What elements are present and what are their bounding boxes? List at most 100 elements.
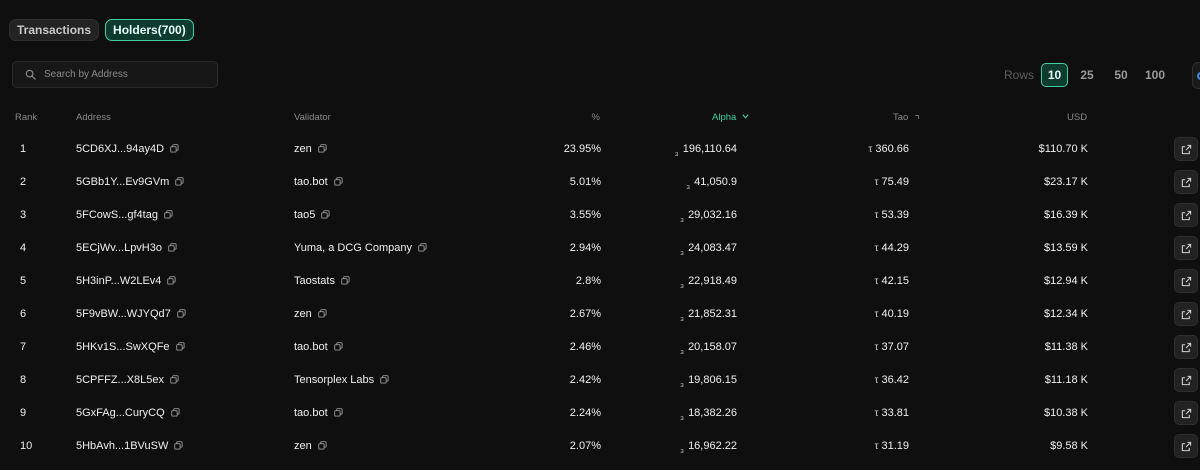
external-link-button[interactable]: [1174, 203, 1198, 227]
alpha-value: 24,083.47: [688, 242, 737, 254]
external-link-button[interactable]: [1174, 137, 1198, 161]
copy-icon[interactable]: [174, 431, 183, 464]
address-cell: 5FCowS...gf4tag: [76, 199, 173, 232]
external-link-button[interactable]: [1174, 434, 1198, 458]
table-row[interactable]: 2 5GBb1Y...Ev9GVm tao.bot 5.01% ₃ 41,050.9 τ 75…: [0, 166, 1200, 199]
percent-value: 2.24%: [569, 407, 601, 419]
copy-icon[interactable]: [380, 365, 389, 398]
tao-value: 360.66: [875, 143, 909, 155]
usd-value: $16.39 K: [1043, 209, 1088, 221]
external-link-icon: [1181, 375, 1192, 386]
alpha-symbol: ₃: [679, 279, 685, 290]
alpha-value: 22,918.49: [688, 275, 737, 287]
address-link[interactable]: 5HKv1S...SwXQFe: [76, 341, 170, 353]
search-input[interactable]: [44, 69, 204, 80]
copy-icon[interactable]: [341, 266, 350, 299]
external-link-button[interactable]: [1174, 269, 1198, 293]
external-link-icon: [1181, 342, 1192, 353]
validator-link[interactable]: tao.bot: [294, 176, 328, 188]
tao-value: 75.49: [881, 176, 909, 188]
address-link[interactable]: 5CPFFZ...X8L5ex: [76, 374, 164, 386]
copy-icon[interactable]: [333, 398, 343, 431]
table-row[interactable]: 5 5H3inP...W2LEv4 Taostats 2.8% ₃ 22,918.49 τ 4…: [0, 265, 1200, 298]
usd-value: $11.38 K: [1044, 341, 1088, 353]
external-link-button[interactable]: [1174, 335, 1198, 359]
table-row[interactable]: 6 5F9vBW...WJYQd7 zen 2.67% ₃ 21,852.31 τ 40.19…: [0, 298, 1200, 331]
rows-option-100[interactable]: 100: [1140, 63, 1170, 87]
validator-link[interactable]: Taostats: [294, 275, 335, 287]
copy-icon[interactable]: [170, 134, 179, 167]
copy-icon[interactable]: [333, 332, 343, 365]
table-row[interactable]: 4 5ECjWv...LpvH3o Yuma, a DCG Company 2.94%…: [0, 232, 1200, 265]
column-alpha[interactable]: Alpha: [712, 112, 749, 123]
address-cell: 5HKv1S...SwXQFe: [76, 331, 185, 364]
copy-icon[interactable]: [170, 398, 180, 431]
tao-cell: τ 44.29: [875, 232, 909, 265]
external-link-button[interactable]: [1174, 302, 1198, 326]
validator-link[interactable]: tao.bot: [294, 407, 328, 419]
external-link-button[interactable]: [1174, 170, 1198, 194]
rank-value: 4: [20, 242, 27, 254]
address-link[interactable]: 5HbAvh...1BVuSW: [76, 440, 168, 452]
tao-cell: τ 360.66: [868, 133, 909, 166]
address-link[interactable]: 5GxFAg...CuryCQ: [76, 407, 165, 419]
address-link[interactable]: 5CD6XJ...94ay4D: [76, 143, 164, 155]
external-link-button[interactable]: [1174, 236, 1198, 260]
external-link-button[interactable]: [1174, 368, 1198, 392]
percent-value: 2.8%: [575, 275, 601, 287]
alpha-symbol: ₃: [674, 147, 679, 158]
validator-link[interactable]: zen: [294, 308, 312, 320]
validator-link[interactable]: Yuma, a DCG Company: [294, 242, 412, 254]
copy-icon[interactable]: [170, 365, 179, 398]
validator-link[interactable]: tao.bot: [294, 341, 328, 353]
usd-value: $11.18 K: [1044, 374, 1088, 386]
copy-icon[interactable]: [318, 431, 327, 464]
copy-icon[interactable]: [164, 200, 173, 233]
address-link[interactable]: 5H3inP...W2LEv4: [76, 275, 161, 287]
copy-icon[interactable]: [318, 134, 327, 167]
rank-value: 7: [20, 341, 27, 353]
table-row[interactable]: 8 5CPFFZ...X8L5ex Tensorplex Labs 2.42% ₃ 19,…: [0, 364, 1200, 397]
table-row[interactable]: 1 5CD6XJ...94ay4D zen 23.95% ₃ 196,110.64 τ 360…: [0, 133, 1200, 166]
copy-icon[interactable]: [418, 233, 427, 266]
copy-icon[interactable]: [175, 167, 184, 200]
column-usd[interactable]: USD: [1067, 112, 1087, 123]
column-tao[interactable]: Tao: [893, 112, 920, 123]
tao-symbol: τ: [874, 177, 879, 188]
copy-icon[interactable]: [167, 266, 176, 299]
external-link-button[interactable]: [1174, 401, 1198, 425]
rows-option-25[interactable]: 25: [1072, 63, 1102, 87]
copy-icon[interactable]: [333, 167, 343, 200]
rows-option-10[interactable]: 10: [1041, 63, 1069, 87]
usd-value: $13.59 K: [1043, 242, 1088, 254]
validator-cell: Yuma, a DCG Company: [294, 232, 427, 265]
validator-link[interactable]: Tensorplex Labs: [294, 374, 374, 386]
address-link[interactable]: 5F9vBW...WJYQd7: [76, 308, 171, 320]
rank-value: 6: [20, 308, 27, 320]
column-rank: Rank: [15, 112, 38, 123]
tab-holders[interactable]: Holders(700): [105, 19, 194, 41]
alpha-cell: ₃ 29,032.16: [680, 199, 737, 232]
column-percent[interactable]: %: [592, 112, 600, 123]
rows-option-50[interactable]: 50: [1106, 63, 1136, 87]
address-link[interactable]: 5GBb1Y...Ev9GVm: [76, 176, 169, 188]
alpha-cell: ₃ 19,806.15: [680, 364, 737, 397]
address-link[interactable]: 5FCowS...gf4tag: [76, 209, 158, 221]
validator-link[interactable]: zen: [294, 440, 312, 452]
validator-link[interactable]: zen: [294, 143, 312, 155]
copy-icon[interactable]: [318, 299, 327, 332]
table-row[interactable]: 7 5HKv1S...SwXQFe tao.bot 2.46% ₃ 20,158.07 τ 3…: [0, 331, 1200, 364]
tab-transactions[interactable]: Transactions: [9, 19, 100, 41]
edge-toggle-button[interactable]: [1192, 62, 1200, 89]
copy-icon[interactable]: [168, 233, 177, 266]
table-row[interactable]: 3 5FCowS...gf4tag tao5 3.55% ₃ 29,032.16 τ 53.3…: [0, 199, 1200, 232]
usd-value: $12.94 K: [1043, 275, 1088, 287]
address-link[interactable]: 5ECjWv...LpvH3o: [76, 242, 162, 254]
copy-icon[interactable]: [175, 332, 185, 365]
table-row[interactable]: 9 5GxFAg...CuryCQ tao.bot 2.24% ₃ 18,382.26 τ 3…: [0, 397, 1200, 430]
copy-icon[interactable]: [321, 200, 330, 233]
percent-value: 2.67%: [569, 308, 601, 320]
copy-icon[interactable]: [177, 299, 186, 332]
table-row[interactable]: 10 5HbAvh...1BVuSW zen 2.07% ₃ 16,962.22 τ 31.1…: [0, 430, 1200, 463]
validator-link[interactable]: tao5: [294, 209, 315, 221]
